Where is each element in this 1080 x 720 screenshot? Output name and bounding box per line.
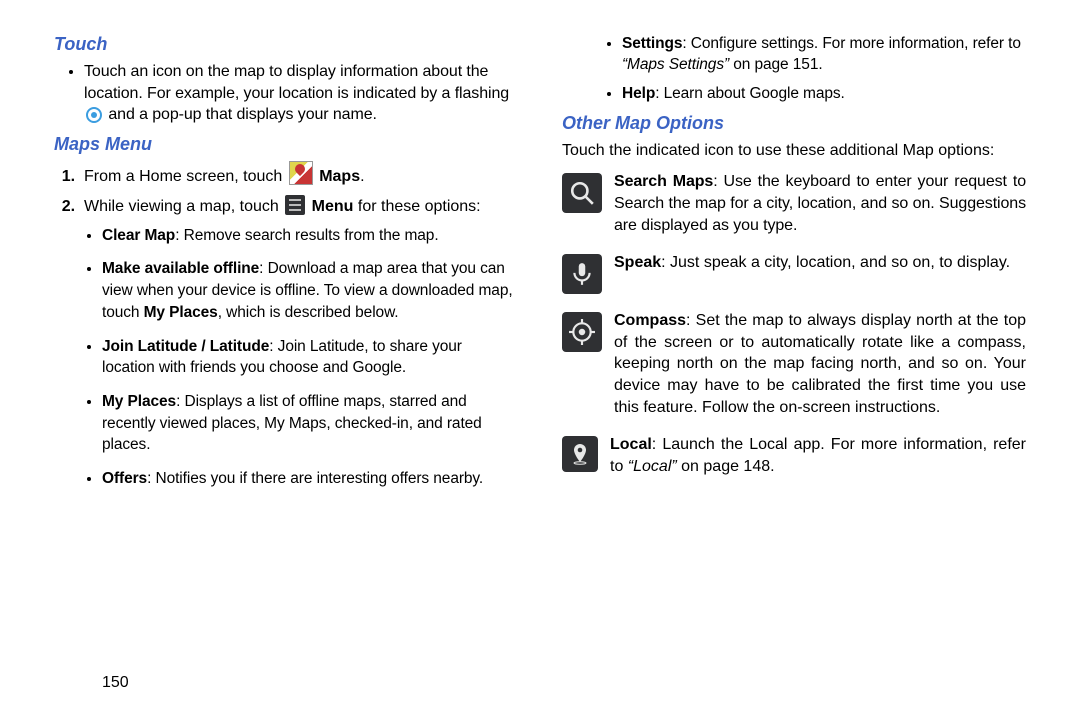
local-pin-icon — [562, 436, 598, 472]
label: Search Maps — [614, 173, 713, 190]
row-search: Search Maps: Use the keyboard to enter y… — [562, 171, 1026, 236]
label: Settings — [622, 35, 682, 52]
label-menu: Menu — [312, 198, 354, 215]
opt-offers: Offers: Notifies you if there are intere… — [102, 468, 518, 490]
heading-other-options: Other Map Options — [562, 113, 1026, 134]
menu-options: Clear Map: Remove search results from th… — [84, 225, 518, 490]
compass-icon — [562, 312, 602, 352]
text: : Learn about Google maps. — [655, 85, 845, 102]
label: Local — [610, 436, 652, 453]
microphone-icon — [562, 254, 602, 294]
row-speak: Speak: Just speak a city, location, and … — [562, 252, 1026, 294]
text: From a Home screen, touch — [84, 168, 287, 185]
text: : Just speak a city, location, and so on… — [661, 254, 1010, 271]
search-icon — [562, 173, 602, 213]
menu-options-cont: Settings: Configure settings. For more i… — [562, 34, 1026, 105]
location-dot-icon — [86, 107, 102, 123]
text: , which is described below. — [218, 304, 399, 321]
text: on page 151. — [729, 56, 823, 73]
manual-page: Touch Touch an icon on the map to displa… — [0, 0, 1080, 720]
opt-clear-map: Clear Map: Remove search results from th… — [102, 225, 518, 247]
maps-app-icon — [289, 161, 313, 185]
label-maps: Maps — [319, 168, 360, 185]
text: Touch an icon on the map to display info… — [84, 63, 509, 102]
opt-help: Help: Learn about Google maps. — [622, 84, 1026, 105]
step-2: While viewing a map, touch Menu for thes… — [84, 195, 518, 490]
text: and a pop-up that displays your name. — [108, 106, 376, 123]
heading-maps-menu: Maps Menu — [54, 134, 518, 155]
label: Help — [622, 85, 655, 102]
text: for these options: — [353, 198, 480, 215]
opt-latitude: Join Latitude / Latitude: Join Latitude,… — [102, 336, 518, 379]
label: Join Latitude / Latitude — [102, 338, 269, 355]
opt-myplaces: My Places: Displays a list of offline ma… — [102, 391, 518, 456]
label: Clear Map — [102, 227, 175, 244]
touch-item: Touch an icon on the map to display info… — [84, 61, 518, 126]
label: Offers — [102, 470, 147, 487]
touch-bullets: Touch an icon on the map to display info… — [54, 61, 518, 126]
label: My Places — [144, 304, 218, 321]
page-number: 150 — [102, 674, 129, 692]
text: While viewing a map, touch — [84, 198, 283, 215]
local-text: Local: Launch the Local app. For more in… — [610, 434, 1026, 477]
menu-icon — [285, 195, 305, 215]
heading-touch: Touch — [54, 34, 518, 55]
right-column: Settings: Configure settings. For more i… — [540, 30, 1026, 700]
opt-offline: Make available offline: Download a map a… — [102, 258, 518, 323]
ref: “Maps Settings” — [622, 56, 729, 73]
label: Compass — [614, 312, 686, 329]
other-intro: Touch the indicated icon to use these ad… — [562, 140, 1026, 162]
step-1: From a Home screen, touch Maps. — [84, 161, 518, 189]
label: My Places — [102, 393, 176, 410]
label: Speak — [614, 254, 661, 271]
text: . — [360, 168, 364, 185]
maps-menu-steps: From a Home screen, touch Maps. While vi… — [54, 161, 518, 490]
opt-settings: Settings: Configure settings. For more i… — [622, 34, 1026, 76]
ref: “Local” — [628, 458, 677, 475]
row-compass: Compass: Set the map to always display n… — [562, 310, 1026, 418]
compass-text: Compass: Set the map to always display n… — [614, 310, 1026, 418]
label: Make available offline — [102, 260, 259, 277]
text: : Remove search results from the map. — [175, 227, 438, 244]
row-local: Local: Launch the Local app. For more in… — [562, 434, 1026, 477]
speak-text: Speak: Just speak a city, location, and … — [614, 252, 1026, 294]
text: : Configure settings. For more informati… — [682, 35, 1021, 52]
text: on page 148. — [677, 458, 775, 475]
text: : Notifies you if there are interesting … — [147, 470, 483, 487]
left-column: Touch Touch an icon on the map to displa… — [54, 30, 540, 700]
search-text: Search Maps: Use the keyboard to enter y… — [614, 171, 1026, 236]
